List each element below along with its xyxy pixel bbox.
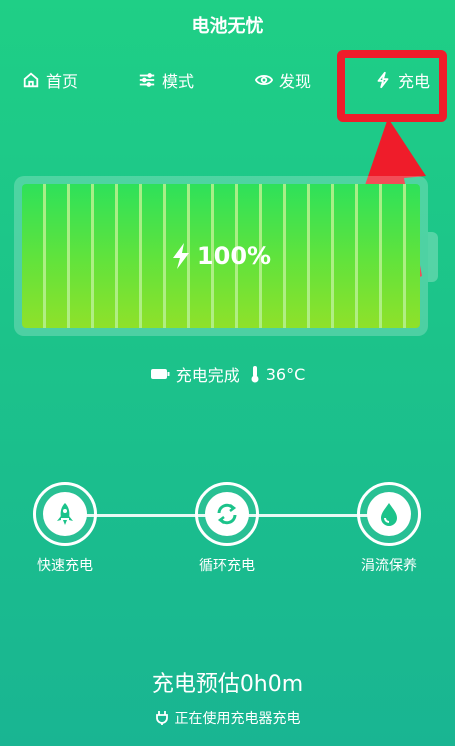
status-text: 充电完成 — [175, 366, 240, 385]
battery-cap — [428, 232, 438, 282]
cycle-icon — [217, 503, 237, 525]
home-icon — [23, 72, 39, 88]
temperature-text: 36°C — [265, 364, 306, 384]
thermometer-icon — [251, 366, 259, 383]
lightning-icon — [172, 243, 189, 269]
step-fast-charge-label: 快速充电 — [37, 558, 93, 574]
step-fast-charge — [33, 482, 97, 546]
charge-estimate: 充电预估0h0m — [151, 672, 304, 697]
step-trickle-maintain — [357, 482, 421, 546]
charging-source-text: 正在使用充电器充电 — [174, 711, 301, 727]
charge-tab-highlight — [337, 50, 447, 122]
tab-discover-label: 发现 — [279, 72, 312, 91]
battery-percent: 100% — [196, 242, 272, 270]
step-trickle-maintain-label: 涓流保养 — [361, 558, 417, 574]
battery-icon — [150, 369, 170, 379]
rocket-icon — [57, 503, 73, 525]
tab-discover[interactable]: 发现 — [255, 68, 311, 92]
app-title: 电池无忧 — [191, 16, 264, 37]
sliders-icon — [139, 73, 155, 87]
step-cycle-charge-label: 循环充电 — [199, 558, 255, 574]
battery-level: 100% — [14, 176, 428, 336]
eye-icon — [255, 75, 273, 85]
plug-icon — [155, 711, 168, 725]
droplet-icon — [381, 503, 397, 526]
tab-home-label: 首页 — [46, 72, 79, 91]
step-cycle-charge — [195, 482, 259, 546]
charging-source: 正在使用充电器充电 — [0, 708, 455, 728]
tab-mode-label: 模式 — [162, 72, 195, 91]
charge-status: 充电完成 36°C — [0, 362, 455, 386]
tab-home[interactable]: 首页 — [22, 68, 78, 92]
tab-mode[interactable]: 模式 — [138, 68, 194, 92]
